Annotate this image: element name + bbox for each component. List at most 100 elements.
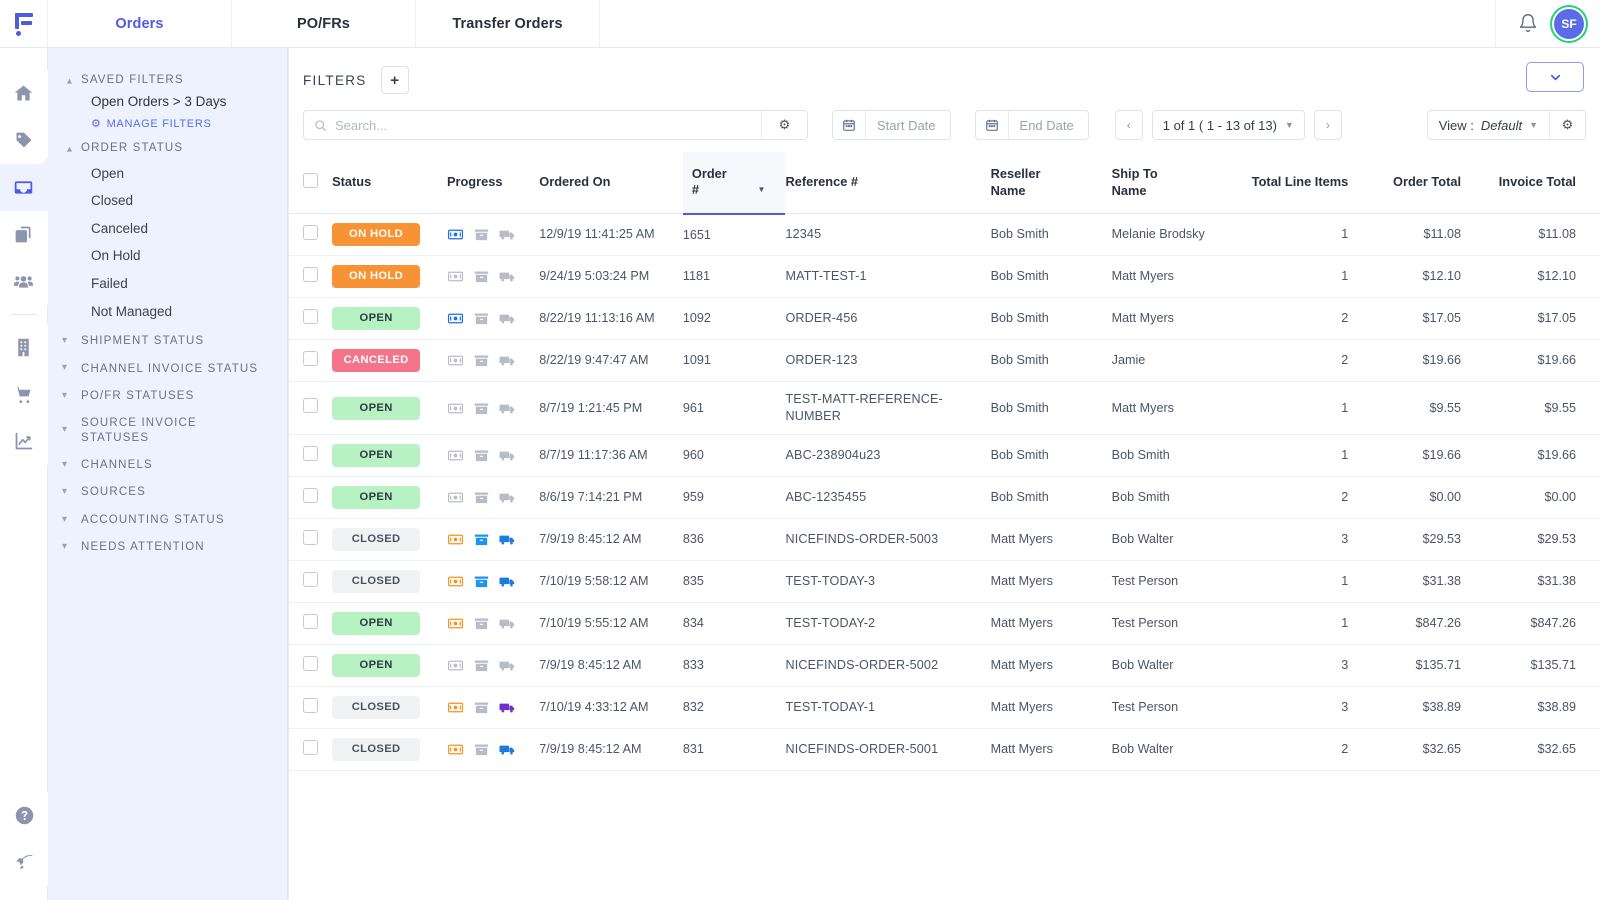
header-invoice-total[interactable]: Invoice Total: [1485, 152, 1600, 214]
search-settings-gear-icon[interactable]: ⚙: [761, 111, 807, 139]
table-row[interactable]: OPEN8/7/19 1:21:45 PM961TEST-MATT-REFERE…: [289, 382, 1600, 435]
sidebar-group-header-channel-invoice-status[interactable]: ▾ CHANNEL INVOICE STATUS: [62, 353, 273, 380]
shipping-status-icon[interactable]: [499, 310, 516, 327]
table-row[interactable]: CLOSED7/9/19 8:45:12 AM831NICEFINDS-ORDE…: [289, 729, 1600, 771]
sidebar-group-header-saved-filters[interactable]: ▾ SAVED FILTERS: [62, 64, 273, 91]
package-status-icon[interactable]: [473, 741, 490, 758]
next-page-button[interactable]: ›: [1314, 110, 1342, 140]
start-date-picker[interactable]: Start Date: [832, 110, 951, 140]
previous-page-button[interactable]: ‹: [1115, 110, 1143, 140]
sidebar-item-not-managed[interactable]: Not Managed: [62, 298, 273, 326]
header-ordered-on[interactable]: Ordered On: [539, 152, 683, 214]
cell-order-number[interactable]: 831: [683, 729, 786, 771]
add-filter-button[interactable]: +: [381, 66, 409, 94]
table-row[interactable]: OPEN7/9/19 8:45:12 AM833NICEFINDS-ORDER-…: [289, 645, 1600, 687]
payment-status-icon[interactable]: [447, 226, 464, 243]
sidebar-saved-filter-open-orders-3-days[interactable]: Open Orders > 3 Days: [62, 91, 273, 112]
sidebar-item-closed[interactable]: Closed: [62, 187, 273, 215]
package-status-icon[interactable]: [473, 573, 490, 590]
row-checkbox[interactable]: [303, 398, 318, 413]
rail-item-reports[interactable]: [0, 418, 48, 465]
table-row[interactable]: CLOSED7/9/19 8:45:12 AM836NICEFINDS-ORDE…: [289, 519, 1600, 561]
select-all-checkbox[interactable]: [303, 173, 318, 188]
sidebar-item-on-hold[interactable]: On Hold: [62, 242, 273, 270]
package-status-icon[interactable]: [473, 310, 490, 327]
sidebar-group-header-source-invoice-statuses[interactable]: ▾ SOURCE INVOICE STATUSES: [62, 407, 273, 449]
cell-order-number[interactable]: 961: [683, 382, 786, 435]
page-size-select[interactable]: 1 of 1 ( 1 - 13 of 13) ▼: [1152, 110, 1305, 140]
shipping-status-icon[interactable]: [499, 573, 516, 590]
table-row[interactable]: OPEN8/22/19 11:13:16 AM1092ORDER-456Bob …: [289, 298, 1600, 340]
table-row[interactable]: CLOSED7/10/19 5:58:12 AM835TEST-TODAY-3M…: [289, 561, 1600, 603]
tab-po-frs[interactable]: PO/FRs: [232, 0, 416, 47]
payment-status-icon[interactable]: [447, 268, 464, 285]
rail-item-purchasing[interactable]: [0, 371, 48, 418]
header-reseller-name[interactable]: Reseller Name: [991, 152, 1112, 214]
cell-order-number[interactable]: 832: [683, 687, 786, 729]
payment-status-icon[interactable]: [447, 447, 464, 464]
header-order-total[interactable]: Order Total: [1372, 152, 1485, 214]
rail-item-home[interactable]: [0, 70, 48, 117]
header-reference[interactable]: Reference #: [785, 152, 990, 214]
package-status-icon[interactable]: [473, 400, 490, 417]
shipping-status-icon[interactable]: [499, 352, 516, 369]
rail-item-warehouses[interactable]: [0, 324, 48, 371]
header-ship-to-name[interactable]: Ship To Name: [1112, 152, 1241, 214]
rail-item-customers[interactable]: [0, 258, 48, 305]
package-status-icon[interactable]: [473, 489, 490, 506]
payment-status-icon[interactable]: [447, 489, 464, 506]
package-status-icon[interactable]: [473, 699, 490, 716]
package-status-icon[interactable]: [473, 352, 490, 369]
row-checkbox[interactable]: [303, 267, 318, 282]
cell-order-number[interactable]: 960: [683, 435, 786, 477]
view-dropdown[interactable]: View : Default ▼: [1428, 118, 1549, 133]
payment-status-icon[interactable]: [447, 352, 464, 369]
package-status-icon[interactable]: [473, 615, 490, 632]
shipping-status-icon[interactable]: [499, 400, 516, 417]
shipping-status-icon[interactable]: [499, 447, 516, 464]
tab-transfer-orders[interactable]: Transfer Orders: [416, 0, 600, 47]
cell-order-number[interactable]: 836: [683, 519, 786, 561]
row-checkbox[interactable]: [303, 698, 318, 713]
header-progress[interactable]: Progress: [447, 152, 539, 214]
search-input[interactable]: [335, 111, 761, 139]
table-row[interactable]: OPEN7/10/19 5:55:12 AM834TEST-TODAY-2Mat…: [289, 603, 1600, 645]
row-checkbox[interactable]: [303, 225, 318, 240]
sidebar-item-canceled[interactable]: Canceled: [62, 215, 273, 243]
shipping-status-icon[interactable]: [499, 615, 516, 632]
sidebar-group-header-po-fr-statuses[interactable]: ▾ PO/FR STATUSES: [62, 380, 273, 407]
payment-status-icon[interactable]: [447, 573, 464, 590]
header-order-number[interactable]: Order # ▼: [683, 152, 786, 214]
row-checkbox[interactable]: [303, 572, 318, 587]
row-checkbox[interactable]: [303, 309, 318, 324]
shipping-status-icon[interactable]: [499, 489, 516, 506]
manage-filters-link[interactable]: ⚙ MANAGE FILTERS: [62, 112, 273, 132]
sidebar-group-header-channels[interactable]: ▾ CHANNELS: [62, 449, 273, 476]
sidebar-item-failed[interactable]: Failed: [62, 270, 273, 298]
sidebar-group-header-sources[interactable]: ▾ SOURCES: [62, 476, 273, 503]
row-checkbox[interactable]: [303, 351, 318, 366]
collapse-panel-button[interactable]: [1526, 62, 1584, 92]
notification-bell-icon[interactable]: [1518, 13, 1538, 35]
cell-order-number[interactable]: 1181: [683, 256, 786, 298]
cell-order-number[interactable]: 834: [683, 603, 786, 645]
sidebar-group-header-needs-attention[interactable]: ▾ NEEDS ATTENTION: [62, 531, 273, 558]
package-status-icon[interactable]: [473, 268, 490, 285]
payment-status-icon[interactable]: [447, 310, 464, 327]
cell-order-number[interactable]: 833: [683, 645, 786, 687]
shipping-status-icon[interactable]: [499, 657, 516, 674]
payment-status-icon[interactable]: [447, 531, 464, 548]
table-row[interactable]: CLOSED7/10/19 4:33:12 AM832TEST-TODAY-1M…: [289, 687, 1600, 729]
sidebar-group-header-order-status[interactable]: ▾ ORDER STATUS: [62, 132, 273, 159]
package-status-icon[interactable]: [473, 531, 490, 548]
row-checkbox[interactable]: [303, 446, 318, 461]
package-status-icon[interactable]: [473, 657, 490, 674]
rail-item-documents[interactable]: [0, 211, 48, 258]
sidebar-item-open[interactable]: Open: [62, 160, 273, 188]
row-checkbox[interactable]: [303, 656, 318, 671]
package-status-icon[interactable]: [473, 447, 490, 464]
tab-orders[interactable]: Orders: [48, 0, 232, 47]
table-row[interactable]: CANCELED8/22/19 9:47:47 AM1091ORDER-123B…: [289, 340, 1600, 382]
row-checkbox[interactable]: [303, 614, 318, 629]
view-settings-gear-icon[interactable]: ⚙: [1549, 111, 1585, 139]
